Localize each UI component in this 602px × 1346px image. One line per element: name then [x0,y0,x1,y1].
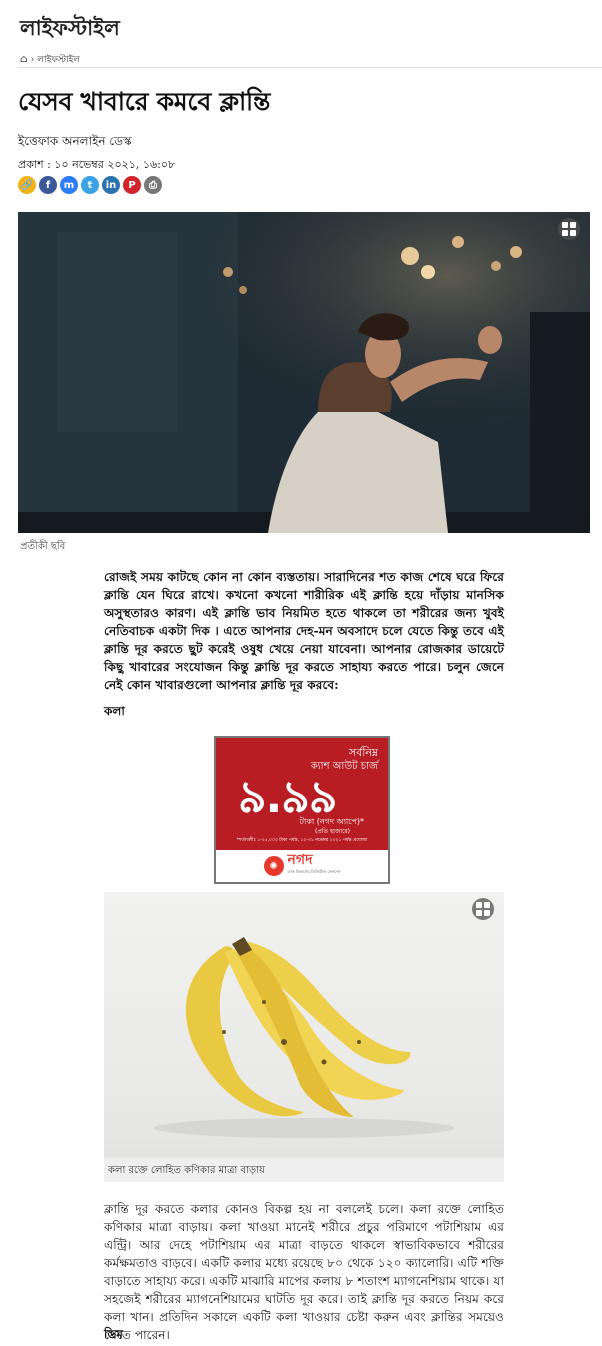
linkedin-icon[interactable]: in [102,176,120,194]
hero-image[interactable] [18,212,590,533]
ad-brand-tagline: ডাক বিভাগের ডিজিটাল লেনদেন [287,869,341,874]
banana-image[interactable] [104,892,504,1158]
copy-link-icon[interactable]: 🔗 [18,176,36,194]
banana-photo [154,937,454,1138]
nagad-logo-icon: ✺ [263,856,284,876]
home-icon[interactable]: ⌂ [20,54,28,65]
ad-line-4: (প্রতি হাজারে) [315,828,350,835]
breadcrumb: ⌂ › লাইফস্টাইল [20,52,80,67]
ad-fine-print: *শর্তাবলীঃ ১-২৫,০০০ টাকা পর্যন্ত, ১২-৩১ … [236,838,368,843]
banana-paragraph: ক্লান্তি দূর করতে কলার কোনও বিকল্প হয় ন… [104,1202,504,1342]
messenger-icon[interactable]: m [60,176,78,194]
ad-brand-bar: ✺ নগদ ডাক বিভাগের ডিজিটাল লেনদেন [216,850,388,882]
subheading-banana: কলা [104,704,125,718]
article-author[interactable]: ইত্তেফাক অনলাইন ডেস্ক [18,133,132,153]
ad-red-panel: সর্বনিম্ন ক্যাশ আউট চার্জ ৯.৯৯ টাকা (নগদ… [216,738,388,850]
breadcrumb-divider [18,67,602,68]
publish-date: প্রকাশ : ১০ নভেম্বর ২০২১, ১৬:০৮ [18,158,176,171]
hero-caption: প্রতীকী ছবি [20,541,66,552]
hero-photo [18,212,590,533]
twitter-icon[interactable]: t [81,176,99,194]
breadcrumb-current[interactable]: লাইফস্টাইল [37,52,80,67]
share-bar: 🔗 f m t in P ⎙ [18,176,162,194]
banana-caption: কলা রক্তে লোহিত কণিকার মাত্রা বাড়ায় [104,1158,504,1182]
article-title: যেসব খাবারে কমবে ক্লান্তি [18,87,271,116]
ad-brand: নগদ ডাক বিভাগের ডিজিটাল লেনদেন [287,853,341,878]
advertisement-banner[interactable]: সর্বনিম্ন ক্যাশ আউট চার্জ ৯.৯৯ টাকা (নগদ… [214,736,390,884]
facebook-icon[interactable]: f [39,176,57,194]
section-title[interactable]: লাইফস্টাইল [20,12,120,47]
pinterest-icon[interactable]: P [123,176,141,194]
print-icon[interactable]: ⎙ [144,176,162,194]
gallery-icon[interactable] [558,218,580,240]
gallery-icon[interactable] [472,898,494,920]
article-intro: রোজই সময় কাটছে কোন না কোন ব্যস্ততায়। স… [104,570,504,692]
subheading-egg: ডিম [104,1327,123,1341]
breadcrumb-separator: › [30,54,35,65]
